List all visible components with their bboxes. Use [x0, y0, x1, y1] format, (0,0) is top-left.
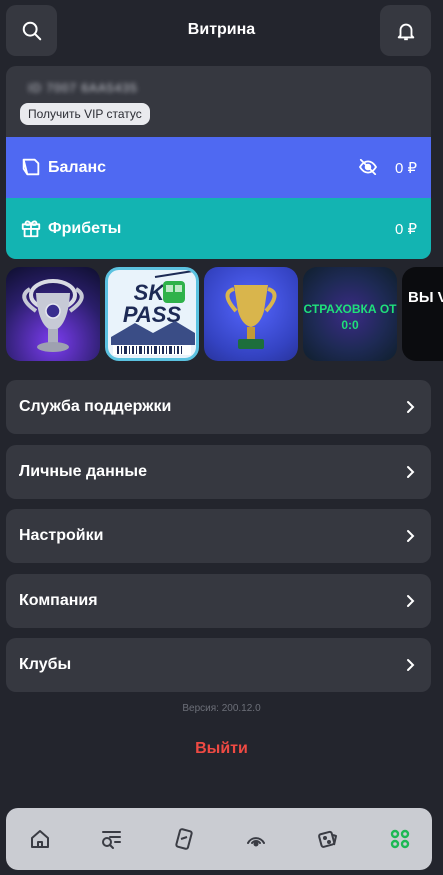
- vip-story-text: ВЫ VI СТА: [408, 289, 443, 306]
- tab-coupons[interactable]: [169, 824, 199, 854]
- menu-item-label: Настройки: [19, 527, 104, 544]
- gift-icon: [21, 220, 41, 238]
- account-id: ID 7007 6AA5435: [28, 81, 138, 95]
- page-title: Витрина: [187, 21, 256, 38]
- chevron-right-icon: [407, 530, 415, 542]
- wallet-icon: [22, 158, 40, 176]
- tab-casino[interactable]: [313, 824, 343, 854]
- menu-item-settings[interactable]: Настройки: [6, 509, 431, 563]
- chevron-right-icon: [407, 595, 415, 607]
- eye-off-icon[interactable]: [358, 159, 378, 175]
- menu-item-support[interactable]: Служба поддержки: [6, 380, 431, 434]
- chevron-right-icon: [407, 401, 415, 413]
- notifications-button[interactable]: [380, 5, 431, 56]
- header: Витрина: [0, 0, 443, 62]
- tab-live[interactable]: [241, 824, 271, 854]
- logout-button[interactable]: Выйти: [0, 740, 443, 758]
- grid-menu-icon: [390, 829, 410, 849]
- freebets-label: Фрибеты: [48, 219, 122, 237]
- tab-more[interactable]: [385, 824, 415, 854]
- app-version: Версия: 200.12.0: [182, 703, 261, 714]
- menu-item-clubs[interactable]: Клубы: [6, 638, 431, 692]
- balance-value: 0 ₽: [394, 159, 417, 177]
- menu-item-label: Клубы: [19, 656, 72, 673]
- menu-item-personal-data[interactable]: Личные данные: [6, 445, 431, 499]
- champions-cup-icon: [22, 279, 84, 352]
- freebets-row[interactable]: Фрибеты 0 ₽: [6, 198, 431, 259]
- chevron-right-icon: [407, 466, 415, 478]
- balance-row[interactable]: Баланс 0 ₽: [6, 137, 431, 198]
- chevron-right-icon: [407, 659, 415, 671]
- insurance-story[interactable]: СТРАХОВКА ОТ 0:0: [303, 267, 397, 361]
- ski-pass-story[interactable]: SKI PASS: [105, 267, 199, 361]
- menu-item-label: Служба поддержки: [19, 398, 172, 415]
- menu-item-company[interactable]: Компания: [6, 574, 431, 628]
- casino-dice-icon: [318, 830, 337, 848]
- coupons-icon: [175, 828, 193, 850]
- vip-status-story[interactable]: ВЫ VI СТА: [402, 267, 443, 361]
- tab-sports[interactable]: [97, 824, 127, 854]
- bottom-tab-bar: [6, 808, 432, 870]
- account-card: ID 7007 6AA5435 Получить VIP статус Бала…: [6, 66, 431, 259]
- vip-status-button[interactable]: Получить VIP статус: [20, 103, 150, 125]
- menu-item-label: Личные данные: [19, 463, 147, 480]
- champions-league-cup-story[interactable]: [6, 267, 100, 361]
- menu-item-label: Компания: [19, 592, 98, 609]
- stories-carousel[interactable]: SKI PASS СТРАХОВКА ОТ 0:0 ВЫ V: [6, 267, 443, 361]
- live-icon: [247, 837, 265, 847]
- home-icon: [31, 830, 49, 848]
- trophy-icon: [225, 285, 277, 349]
- insurance-text: СТРАХОВКА ОТ 0:0: [303, 302, 397, 332]
- cable-car-icon: [111, 270, 195, 355]
- sports-search-icon: [102, 831, 121, 849]
- bell-icon: [397, 23, 414, 40]
- freebets-value: 0 ₽: [394, 220, 417, 238]
- trophy-story[interactable]: [204, 267, 298, 361]
- tab-home[interactable]: [25, 824, 55, 854]
- balance-label: Баланс: [48, 158, 107, 176]
